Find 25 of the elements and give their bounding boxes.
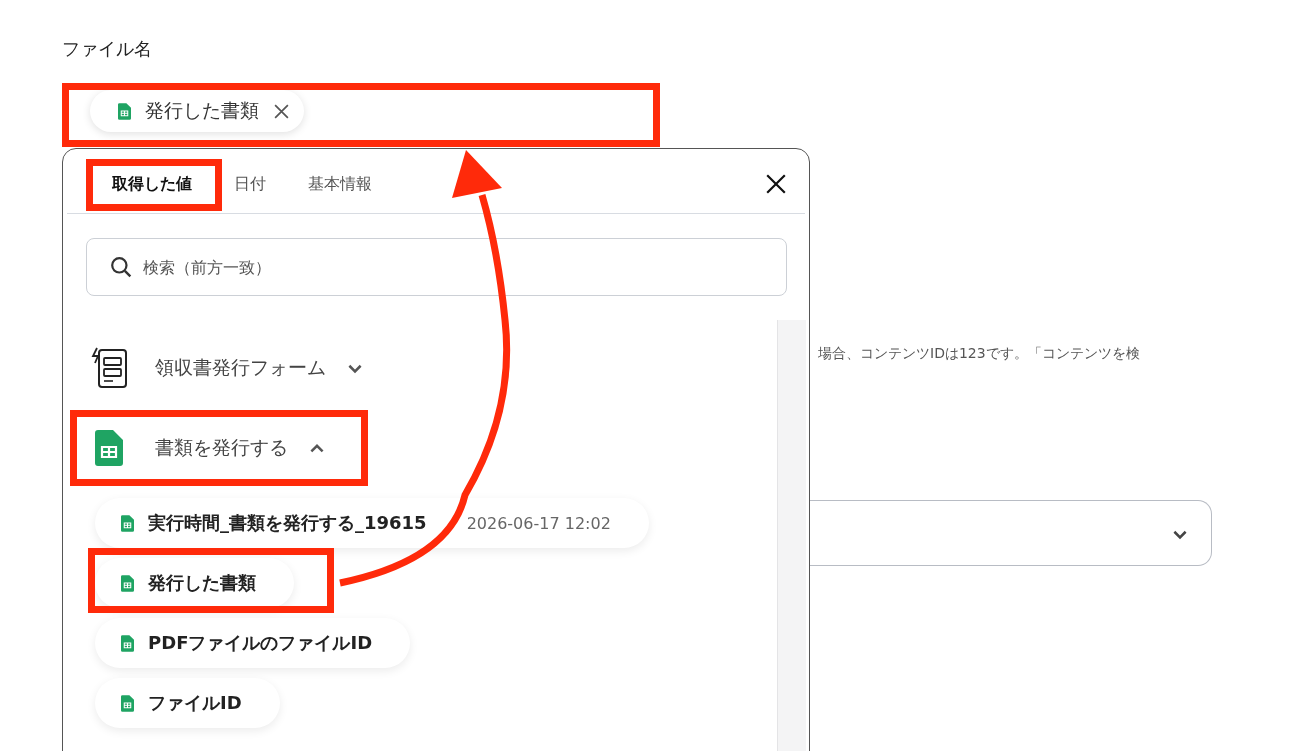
spreadsheet-icon — [121, 694, 134, 712]
value-chip[interactable]: 発行した書類 — [95, 558, 294, 608]
spreadsheet-icon — [121, 574, 134, 592]
timestamp: 2026-06-17 12:02 — [466, 513, 611, 533]
form-icon — [89, 346, 129, 390]
field-label: ファイル名 — [62, 37, 152, 61]
close-icon[interactable] — [765, 173, 787, 195]
tab[interactable]: 日付 — [213, 149, 287, 213]
value-chip[interactable]: PDFファイルのファイルID — [95, 618, 411, 668]
value-chip[interactable]: 実行時間_書類を発行する_19615 2026-06-17 12:02 — [95, 498, 649, 548]
value-chip[interactable]: 発行した書類 — [90, 90, 304, 132]
spreadsheet-icon — [95, 430, 123, 466]
group-header[interactable]: 書類を発行する — [89, 408, 389, 488]
search-field[interactable]: 検索（前方一致） — [86, 238, 787, 296]
value-chip[interactable]: ファイルID — [95, 678, 280, 728]
remove-icon[interactable] — [273, 102, 290, 120]
group-header[interactable]: 領収書発行フォーム — [89, 328, 389, 408]
search-icon — [110, 256, 132, 278]
help-text: 場合、コンテンツIDは123です。「コンテンツを検 — [818, 345, 1140, 363]
tab[interactable]: 基本情報 — [287, 149, 393, 213]
spreadsheet-icon — [118, 102, 131, 120]
spreadsheet-icon — [121, 514, 134, 532]
tab[interactable]: 取得した値 — [91, 149, 213, 213]
spreadsheet-icon — [121, 634, 134, 652]
select-field[interactable] — [810, 500, 1212, 566]
